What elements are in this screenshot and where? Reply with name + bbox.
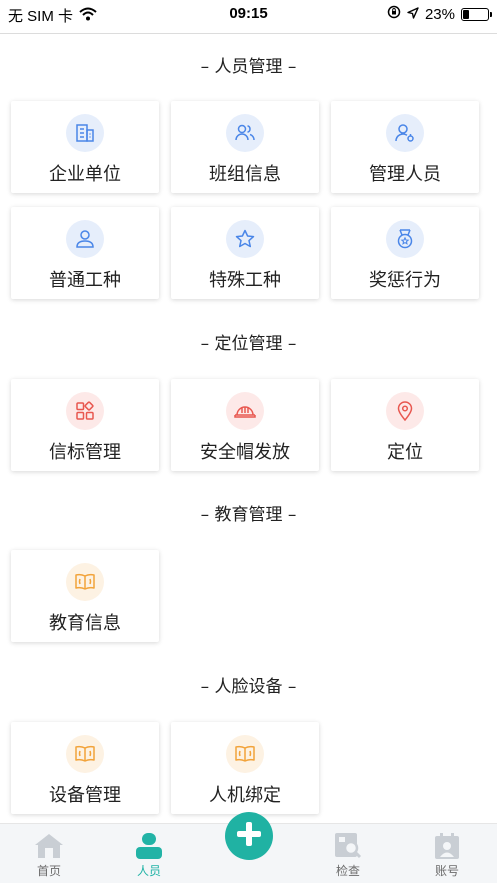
section-title-personnel: – 人员管理 –	[200, 57, 297, 77]
card-label: 教育信息	[49, 613, 121, 634]
tab-label: 人员	[136, 864, 161, 878]
book-icon	[66, 735, 104, 773]
card-device-management[interactable]: 设备管理	[11, 722, 159, 814]
medal-icon	[386, 220, 424, 258]
card-general-workers[interactable]: 普通工种	[11, 207, 159, 299]
card-label: 人机绑定	[209, 785, 281, 806]
card-managers[interactable]: 管理人员	[331, 101, 479, 193]
tab-label: 检查	[335, 864, 360, 878]
location-arrow-icon	[407, 6, 419, 23]
card-label: 定位	[387, 442, 423, 463]
card-label: 普通工种	[49, 270, 121, 291]
orientation-lock-icon	[387, 5, 401, 23]
helmet-icon	[226, 392, 264, 430]
book-icon	[66, 563, 104, 601]
card-label: 信标管理	[49, 442, 121, 463]
tab-home[interactable]: 首页	[9, 824, 89, 883]
card-label: 设备管理	[49, 785, 121, 806]
section-title-positioning: – 定位管理 –	[200, 334, 297, 354]
card-location[interactable]: 定位	[331, 379, 479, 471]
card-beacon-management[interactable]: 信标管理	[11, 379, 159, 471]
star-icon	[226, 220, 264, 258]
user-icon	[66, 220, 104, 258]
tab-label: 首页	[36, 864, 61, 878]
card-special-workers[interactable]: 特殊工种	[171, 207, 319, 299]
user-settings-icon	[386, 114, 424, 152]
card-education-info[interactable]: 教育信息	[11, 550, 159, 642]
card-person-device-binding[interactable]: 人机绑定	[171, 722, 319, 814]
app-screen: 无 SIM 卡 09:15 23% – 人员管理 – 企业单位 班组信息 管理人…	[0, 0, 497, 883]
battery-percent: 23%	[424, 5, 455, 23]
beacon-grid-icon	[66, 392, 104, 430]
account-icon	[432, 832, 462, 860]
add-button[interactable]	[225, 812, 273, 860]
status-right: 23%	[387, 5, 492, 23]
inspect-icon	[333, 832, 363, 860]
card-label: 管理人员	[369, 164, 441, 185]
tab-inspection[interactable]: 检查	[308, 824, 388, 883]
status-bar: 无 SIM 卡 09:15 23%	[0, 0, 497, 34]
card-label: 班组信息	[209, 164, 281, 185]
card-team-info[interactable]: 班组信息	[171, 101, 319, 193]
section-title-face-devices: – 人脸设备 –	[200, 677, 297, 697]
card-helmet-distribution[interactable]: 安全帽发放	[171, 379, 319, 471]
section-title-education: – 教育管理 –	[200, 505, 297, 525]
card-rewards-penalties[interactable]: 奖惩行为	[331, 207, 479, 299]
building-icon	[66, 114, 104, 152]
card-label: 安全帽发放	[200, 442, 290, 463]
card-label: 奖惩行为	[369, 270, 441, 291]
plus-icon	[236, 821, 262, 851]
book-icon	[226, 735, 264, 773]
tab-personnel[interactable]: 人员	[109, 824, 189, 883]
person-icon	[134, 832, 164, 860]
battery-icon	[461, 7, 492, 21]
tab-account[interactable]: 账号	[407, 824, 487, 883]
group-icon	[226, 114, 264, 152]
card-enterprise-unit[interactable]: 企业单位	[11, 101, 159, 193]
card-label: 特殊工种	[209, 270, 281, 291]
location-pin-icon	[386, 392, 424, 430]
tab-label: 账号	[434, 864, 459, 878]
home-icon	[34, 832, 64, 860]
card-label: 企业单位	[49, 164, 121, 185]
